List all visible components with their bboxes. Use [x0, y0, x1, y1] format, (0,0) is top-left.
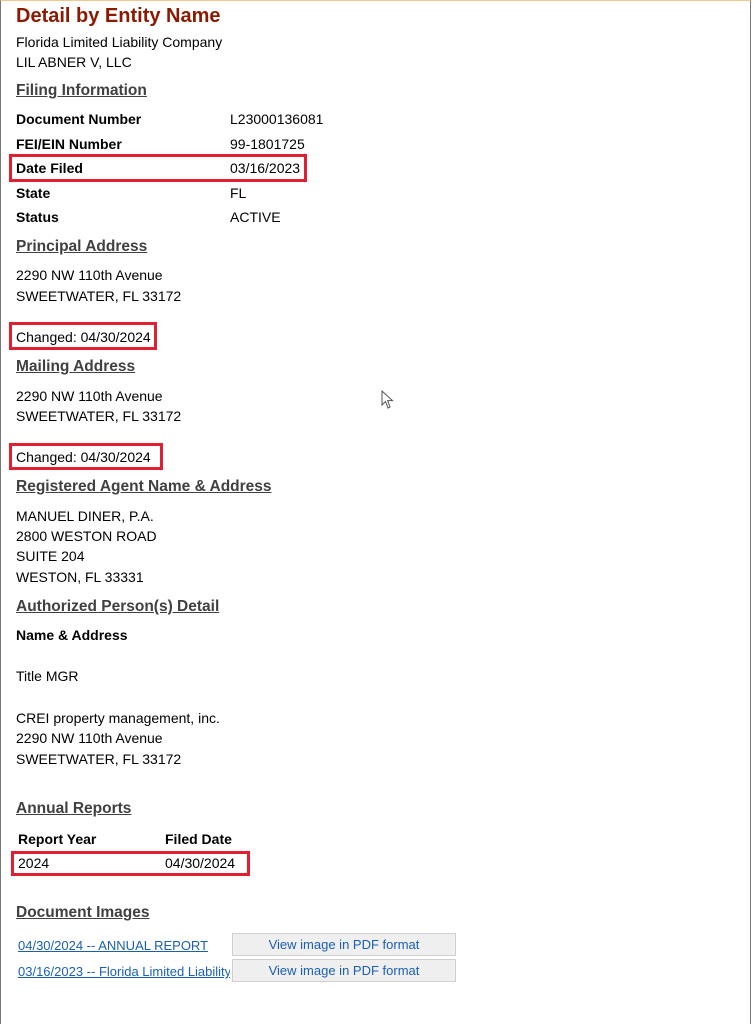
authorized-address-line: 2290 NW 110th Avenue — [16, 730, 163, 746]
authorized-persons-heading: Authorized Person(s) Detail — [16, 598, 220, 615]
agent-address-line: WESTON, FL 33331 — [16, 569, 144, 585]
annual-report-year: 2024 — [18, 855, 50, 871]
annual-report-document-link[interactable]: 04/30/2024 -- ANNUAL REPORT — [18, 938, 208, 953]
registered-agent-heading: Registered Agent Name & Address — [16, 478, 272, 495]
filing-information-heading: Filing Information — [16, 82, 147, 99]
date-filed-value: 03/16/2023 — [230, 160, 301, 176]
status-value: ACTIVE — [230, 209, 281, 225]
agent-address-line: 2800 WESTON ROAD — [16, 528, 157, 544]
status-label: Status — [16, 209, 59, 225]
name-address-label: Name & Address — [16, 627, 128, 643]
page-title: Detail by Entity Name — [16, 5, 221, 27]
principal-address-heading: Principal Address — [16, 238, 148, 255]
fei-ein-label: FEI/EIN Number — [16, 136, 122, 152]
mailing-address-line: 2290 NW 110th Avenue — [16, 388, 163, 404]
state-label: State — [16, 185, 51, 201]
view-pdf-button[interactable]: View image in PDF format — [232, 933, 456, 956]
mouse-cursor-icon — [381, 390, 394, 409]
authorized-address-line: CREI property management, inc. — [16, 710, 220, 726]
entity-name: LIL ABNER V, LLC — [16, 54, 132, 70]
document-images-heading: Document Images — [16, 904, 150, 921]
document-number-value: L23000136081 — [230, 111, 324, 127]
mailing-address-heading: Mailing Address — [16, 358, 136, 375]
principal-address-line: 2290 NW 110th Avenue — [16, 267, 163, 283]
entity-type: Florida Limited Liability Company — [16, 34, 223, 50]
principal-address-line: SWEETWATER, FL 33172 — [16, 288, 182, 304]
date-filed-label: Date Filed — [16, 160, 83, 176]
principal-changed-date: Changed: 04/30/2024 — [16, 329, 151, 345]
annual-reports-heading: Annual Reports — [16, 800, 132, 817]
agent-address-line: MANUEL DINER, P.A. — [16, 508, 154, 524]
mailing-address-line: SWEETWATER, FL 33172 — [16, 408, 182, 424]
mailing-changed-date: Changed: 04/30/2024 — [16, 449, 151, 465]
document-number-label: Document Number — [16, 111, 142, 127]
annual-report-filed-date: 04/30/2024 — [165, 855, 236, 871]
florida-llc-document-link[interactable]: 03/16/2023 -- Florida Limited Liability — [18, 964, 230, 979]
authorized-title: Title MGR — [16, 668, 79, 684]
state-value: FL — [230, 185, 247, 201]
fei-ein-value: 99-1801725 — [230, 136, 305, 152]
agent-address-line: SUITE 204 — [16, 548, 85, 564]
report-year-header: Report Year — [18, 831, 97, 847]
view-pdf-button[interactable]: View image in PDF format — [232, 959, 456, 982]
filed-date-header: Filed Date — [165, 831, 232, 847]
authorized-address-line: SWEETWATER, FL 33172 — [16, 751, 182, 767]
